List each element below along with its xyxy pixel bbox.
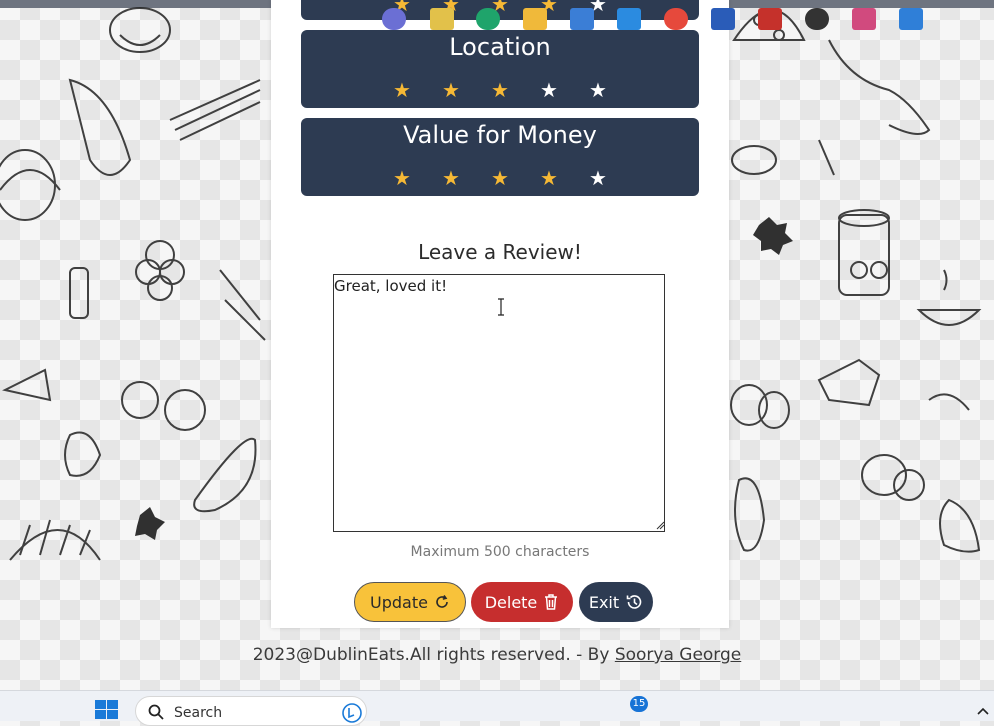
food-doodle-background-right xyxy=(730,9,982,553)
exit-button[interactable]: Exit xyxy=(579,582,653,622)
rating-stars: ★ ★ ★ ★ ★ xyxy=(301,80,699,100)
rating-title: Location xyxy=(449,33,551,61)
resize-grip-icon[interactable] xyxy=(655,520,665,530)
gmail-icon[interactable] xyxy=(758,8,782,30)
media-player-icon[interactable] xyxy=(805,8,829,30)
star-icon[interactable]: ★ xyxy=(525,168,574,188)
footer-copyright: 2023@DublinEats.All rights reserved. - B… xyxy=(252,645,615,665)
food-doodle-background-left xyxy=(0,7,266,561)
store-icon[interactable] xyxy=(570,8,594,30)
update-button[interactable]: Update xyxy=(354,582,466,622)
windows-start-icon[interactable] xyxy=(95,700,119,720)
star-icon[interactable]: ★ xyxy=(525,80,574,100)
star-icon[interactable]: ★ xyxy=(427,80,476,100)
refresh-icon xyxy=(436,595,448,608)
rating-card-location: Location ★ ★ ★ ★ ★ xyxy=(301,30,699,108)
chrome-icon[interactable] xyxy=(664,8,688,30)
chevron-up-icon[interactable] xyxy=(976,706,990,716)
delete-button-label: Delete xyxy=(484,592,538,612)
word-icon[interactable] xyxy=(711,8,735,30)
review-edit-panel: ★ ★ ★ ★ ★ Location ★ ★ ★ ★ ★ Value for M… xyxy=(271,0,729,628)
taskbar-search-label: Search xyxy=(174,705,223,721)
bing-icon xyxy=(342,703,362,723)
mail-notification-badge: 15 xyxy=(630,696,648,712)
file-explorer-icon[interactable] xyxy=(523,8,547,30)
edge-browser-icon[interactable] xyxy=(476,8,500,30)
star-icon[interactable]: ★ xyxy=(427,168,476,188)
search-icon xyxy=(148,704,164,720)
text-cursor-icon xyxy=(498,298,504,316)
star-icon[interactable]: ★ xyxy=(476,80,525,100)
star-icon[interactable]: ★ xyxy=(378,80,427,100)
history-icon xyxy=(626,595,642,609)
star-icon[interactable]: ★ xyxy=(378,168,427,188)
mail-icon[interactable] xyxy=(617,8,641,30)
exit-button-label: Exit xyxy=(588,592,620,612)
character-limit-hint: Maximum 500 characters xyxy=(410,544,590,560)
snipping-tool-icon[interactable] xyxy=(852,8,876,30)
pen-app-icon[interactable] xyxy=(899,8,923,30)
python-icon[interactable] xyxy=(430,8,454,30)
trash-icon xyxy=(545,594,558,610)
delete-button[interactable]: Delete xyxy=(471,582,573,622)
review-heading: Leave a Review! xyxy=(418,240,582,264)
taskbar-search[interactable]: Search xyxy=(135,696,367,726)
rating-stars: ★ ★ ★ ★ ★ xyxy=(301,168,699,188)
star-icon[interactable]: ★ xyxy=(476,168,525,188)
rating-title: Value for Money xyxy=(403,121,597,149)
star-icon[interactable]: ★ xyxy=(574,168,623,188)
star-icon[interactable]: ★ xyxy=(574,80,623,100)
update-button-label: Update xyxy=(370,592,428,612)
site-footer: 2023@DublinEats.All rights reserved. - B… xyxy=(0,645,994,665)
rating-card-value-for-money: Value for Money ★ ★ ★ ★ ★ xyxy=(301,118,699,196)
teams-icon[interactable] xyxy=(382,8,406,30)
footer-author-link[interactable]: Soorya George xyxy=(615,645,741,665)
